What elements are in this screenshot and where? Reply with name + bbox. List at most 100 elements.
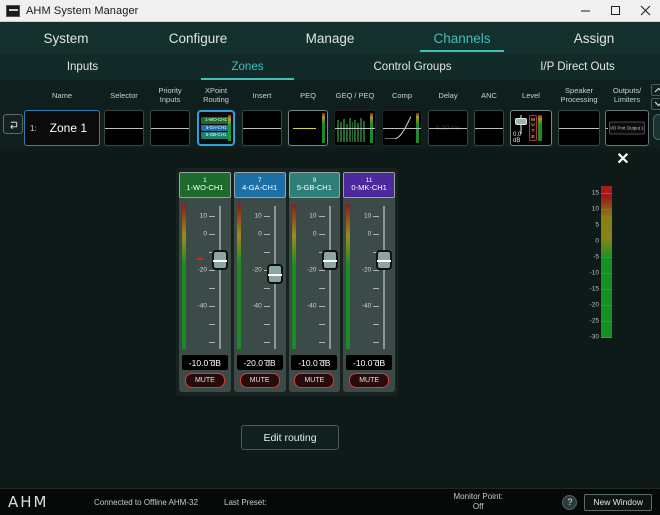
meter-label: -30 bbox=[590, 334, 599, 341]
subtab-ip-direct-outs[interactable]: I/P Direct Outs bbox=[495, 54, 660, 80]
close-panel-icon[interactable]: ✕ bbox=[612, 148, 634, 170]
edit-routing-button[interactable]: Edit routing bbox=[241, 425, 339, 450]
xpoint-tag: 4-GA-CH1 bbox=[201, 125, 231, 132]
table-scrollbar[interactable] bbox=[651, 82, 660, 113]
tab-system[interactable]: System bbox=[0, 22, 132, 54]
chevron-down-icon[interactable] bbox=[651, 98, 660, 110]
channel-strips: 1 1-WO-CH1 10 0 -20 -40 bbox=[176, 168, 398, 396]
scale-label: -20 bbox=[252, 267, 261, 274]
cell-level[interactable]: 0.0 dB MUTE bbox=[510, 110, 552, 146]
scroll-thumb[interactable] bbox=[653, 114, 660, 140]
new-window-button[interactable]: New Window bbox=[584, 494, 652, 511]
strip-fader-area[interactable]: 10 0 -20 -40 bbox=[179, 202, 231, 355]
level-mute-button[interactable]: MUTE bbox=[529, 115, 537, 141]
column-header-geq-peq: GEQ / PEQ bbox=[331, 82, 379, 110]
subtab-control-groups[interactable]: Control Groups bbox=[330, 54, 495, 80]
minimize-icon[interactable] bbox=[570, 0, 600, 22]
strip-red-marker bbox=[197, 258, 203, 260]
close-icon[interactable] bbox=[630, 0, 660, 22]
tab-channels[interactable]: Channels bbox=[396, 22, 528, 54]
scale-label: 0 bbox=[368, 231, 372, 238]
strip-db-value[interactable]: -20.0 dB bbox=[237, 355, 283, 370]
strip-db-value[interactable]: -10.0 dB bbox=[182, 355, 228, 370]
column-refresh bbox=[3, 82, 23, 146]
channel-strip: 1 1-WO-CH1 10 0 -20 -40 bbox=[179, 172, 231, 392]
status-bar: AHM Connected to Offline AHM-32 Last Pre… bbox=[0, 488, 660, 515]
channel-strip: 9 5-GB-CH1 10 0 -20 -40 bbox=[289, 172, 341, 392]
zone-name-field[interactable]: 1: Zone 1 bbox=[24, 110, 100, 146]
scale-label: -20 bbox=[198, 267, 207, 274]
cell-selector[interactable] bbox=[104, 110, 144, 146]
strip-header[interactable]: 7 4-GA-CH1 bbox=[234, 172, 286, 198]
scale-label: 10 bbox=[255, 213, 262, 220]
strip-fader-area[interactable]: 10 0 -20 -40 bbox=[343, 202, 395, 355]
monitor-point: Monitor Point: Off bbox=[394, 492, 562, 512]
strip-mute-button[interactable]: MUTE bbox=[185, 373, 225, 388]
column-priority-inputs: Priority Inputs bbox=[147, 82, 193, 146]
strip-mute-button[interactable]: MUTE bbox=[294, 373, 334, 388]
scale-label: -20 bbox=[307, 267, 316, 274]
strip-name: 5-GB-CH1 bbox=[297, 184, 332, 193]
cell-priority-inputs[interactable] bbox=[150, 110, 190, 146]
strip-fader-knob[interactable] bbox=[267, 264, 283, 284]
strip-name: 1-WO-CH1 bbox=[186, 184, 223, 193]
tab-configure[interactable]: Configure bbox=[132, 22, 264, 54]
cell-comp[interactable] bbox=[382, 110, 422, 146]
subtab-inputs[interactable]: Inputs bbox=[0, 54, 165, 80]
strip-mute-button[interactable]: MUTE bbox=[240, 373, 280, 388]
cell-xpoint-routing[interactable]: 1-WO-CH1 4-GA-CH1 5-GB-CH1 bbox=[197, 110, 235, 146]
column-comp: Comp bbox=[379, 82, 425, 146]
strip-name: 4-GA-CH1 bbox=[242, 184, 277, 193]
strip-header[interactable]: 1 1-WO-CH1 bbox=[179, 172, 231, 198]
column-header-delay: Delay bbox=[425, 82, 471, 110]
scale-label: -40 bbox=[307, 303, 316, 310]
strip-fader-knob[interactable] bbox=[212, 250, 228, 270]
output-port-tag: I/O Port Output 1 bbox=[609, 122, 645, 135]
level-fader[interactable]: 0.0 dB bbox=[514, 112, 528, 144]
maximize-icon[interactable] bbox=[600, 0, 630, 22]
strip-fader-area[interactable]: 10 0 -20 -40 bbox=[289, 202, 341, 355]
strip-header[interactable]: 9 5-GB-CH1 bbox=[289, 172, 341, 198]
channel-table: Name 1: Zone 1 Selector Priority Inputs bbox=[0, 80, 660, 152]
cell-geq-peq[interactable] bbox=[334, 110, 376, 146]
cell-insert[interactable] bbox=[242, 110, 282, 146]
strip-header[interactable]: 11 0-MK-CH1 bbox=[343, 172, 395, 198]
subtab-zones[interactable]: Zones bbox=[165, 54, 330, 80]
column-header-comp: Comp bbox=[379, 82, 425, 110]
column-header-peq: PEQ bbox=[285, 82, 331, 110]
strip-meter bbox=[346, 204, 350, 349]
column-insert: Insert bbox=[239, 82, 285, 146]
column-anc: ANC bbox=[471, 82, 507, 146]
strip-db-value[interactable]: -10.0 dB bbox=[346, 355, 392, 370]
tab-manage[interactable]: Manage bbox=[264, 22, 396, 54]
chevron-up-icon[interactable] bbox=[651, 84, 660, 96]
channel-strip: 11 0-MK-CH1 10 0 -20 -40 bbox=[343, 172, 395, 392]
column-outputs-limiters: Outputs/ Limiters I/O Port Output 1 bbox=[603, 82, 651, 146]
scale-label: 10 bbox=[309, 213, 316, 220]
strip-mute-button[interactable]: MUTE bbox=[349, 373, 389, 388]
strip-fader-knob[interactable] bbox=[376, 250, 392, 270]
meter-label: -15 bbox=[590, 286, 599, 293]
cell-peq[interactable] bbox=[288, 110, 328, 146]
cell-delay[interactable]: 0.00 ms bbox=[428, 110, 468, 146]
strip-fader-area[interactable]: 10 0 -20 -40 bbox=[234, 202, 286, 355]
cell-outputs-limiters[interactable]: I/O Port Output 1 bbox=[605, 110, 649, 146]
refresh-icon[interactable] bbox=[3, 114, 23, 134]
cell-anc[interactable] bbox=[474, 110, 504, 146]
app-window: AHM System Manager System Configure Mana… bbox=[0, 0, 660, 515]
help-icon[interactable]: ? bbox=[562, 495, 577, 510]
cell-speaker-processing[interactable] bbox=[558, 110, 600, 146]
strip-fader-knob[interactable] bbox=[322, 250, 338, 270]
strip-db-value[interactable]: -10.0 dB bbox=[291, 355, 337, 370]
scale-label: 10 bbox=[364, 213, 371, 220]
column-header-priority-inputs: Priority Inputs bbox=[147, 82, 193, 110]
strip-scale: 10 0 -20 -40 bbox=[244, 202, 270, 355]
comp-curve bbox=[385, 113, 411, 139]
meter-label: -5 bbox=[593, 254, 599, 261]
strip-meter bbox=[182, 204, 186, 349]
tab-assign[interactable]: Assign bbox=[528, 22, 660, 54]
column-selector: Selector bbox=[101, 82, 147, 146]
meter-label: -25 bbox=[590, 318, 599, 325]
zone-detail-panel: ✕ 1 1-WO-CH1 10 0 -20 -40 bbox=[0, 148, 660, 488]
column-header-name: Name bbox=[23, 82, 101, 110]
